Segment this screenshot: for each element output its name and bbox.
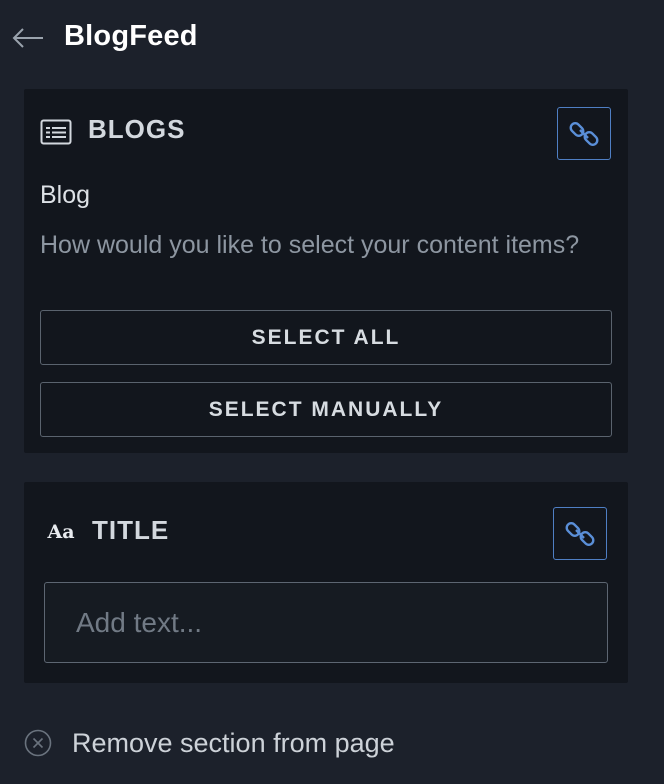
list-icon <box>40 119 72 145</box>
blogs-heading: BLOGS <box>88 114 186 144</box>
remove-section-button[interactable]: Remove section from page <box>24 726 395 760</box>
remove-section-label: Remove section from page <box>72 727 395 758</box>
blogs-card: BLOGS Blog How would you like to select … <box>24 89 628 453</box>
arrow-left-icon[interactable] <box>11 27 45 49</box>
selection-question: How would you like to select your conten… <box>40 231 580 259</box>
link-icon <box>565 521 595 546</box>
back-button[interactable] <box>10 22 46 54</box>
blogs-link-button[interactable] <box>557 107 611 160</box>
header: BlogFeed <box>0 0 664 80</box>
title-text-input[interactable] <box>44 582 608 663</box>
title-link-button[interactable] <box>553 507 607 560</box>
text-format-icon: Aa <box>47 521 75 543</box>
select-all-button[interactable]: SELECT ALL <box>40 310 612 365</box>
page-title: BlogFeed <box>64 20 198 52</box>
close-circle-icon <box>24 729 52 757</box>
blog-field-label: Blog <box>40 181 91 209</box>
select-manually-button[interactable]: SELECT MANUALLY <box>40 382 612 437</box>
page: BlogFeed BLOGS Blog How would you like t… <box>0 0 664 784</box>
title-heading: TITLE <box>92 515 170 545</box>
title-card: Aa TITLE <box>24 482 628 683</box>
link-icon <box>569 121 599 146</box>
